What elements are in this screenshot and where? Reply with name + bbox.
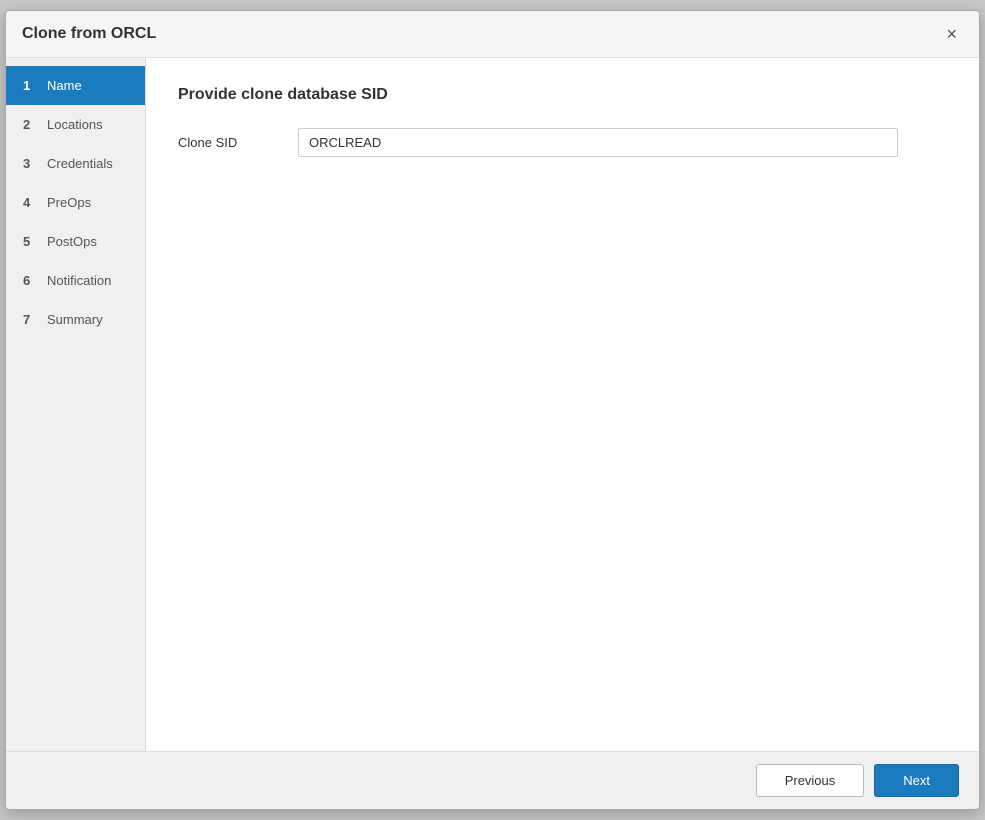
dialog-footer: Previous Next xyxy=(6,751,979,809)
step-num-4: 4 xyxy=(23,195,39,210)
dialog-header: Clone from ORCL × xyxy=(6,11,979,58)
step-label-2: Locations xyxy=(47,117,103,132)
step-num-1: 1 xyxy=(23,78,39,93)
sidebar-item-preops[interactable]: 4 PreOps xyxy=(6,183,145,222)
sidebar: 1 Name 2 Locations 3 Credentials 4 PreOp… xyxy=(6,58,146,751)
sidebar-item-locations[interactable]: 2 Locations xyxy=(6,105,145,144)
step-num-6: 6 xyxy=(23,273,39,288)
sidebar-item-summary[interactable]: 7 Summary xyxy=(6,300,145,339)
clone-sid-label: Clone SID xyxy=(178,135,298,150)
dialog-title: Clone from ORCL xyxy=(22,25,156,43)
clone-dialog: Clone from ORCL × 1 Name 2 Locations 3 C… xyxy=(5,10,980,810)
sidebar-item-name[interactable]: 1 Name xyxy=(6,66,145,105)
clone-sid-input[interactable] xyxy=(298,128,898,157)
previous-button[interactable]: Previous xyxy=(756,764,865,797)
next-button[interactable]: Next xyxy=(874,764,959,797)
sidebar-item-credentials[interactable]: 3 Credentials xyxy=(6,144,145,183)
section-title: Provide clone database SID xyxy=(178,86,947,104)
step-num-5: 5 xyxy=(23,234,39,249)
dialog-body: 1 Name 2 Locations 3 Credentials 4 PreOp… xyxy=(6,58,979,751)
step-label-7: Summary xyxy=(47,312,103,327)
step-num-3: 3 xyxy=(23,156,39,171)
main-content: Provide clone database SID Clone SID xyxy=(146,58,979,751)
form-row-clone-sid: Clone SID xyxy=(178,128,947,157)
step-label-1: Name xyxy=(47,78,82,93)
step-num-7: 7 xyxy=(23,312,39,327)
step-num-2: 2 xyxy=(23,117,39,132)
close-button[interactable]: × xyxy=(940,23,963,45)
step-label-4: PreOps xyxy=(47,195,91,210)
step-label-3: Credentials xyxy=(47,156,113,171)
sidebar-item-postops[interactable]: 5 PostOps xyxy=(6,222,145,261)
sidebar-item-notification[interactable]: 6 Notification xyxy=(6,261,145,300)
step-label-5: PostOps xyxy=(47,234,97,249)
step-label-6: Notification xyxy=(47,273,111,288)
